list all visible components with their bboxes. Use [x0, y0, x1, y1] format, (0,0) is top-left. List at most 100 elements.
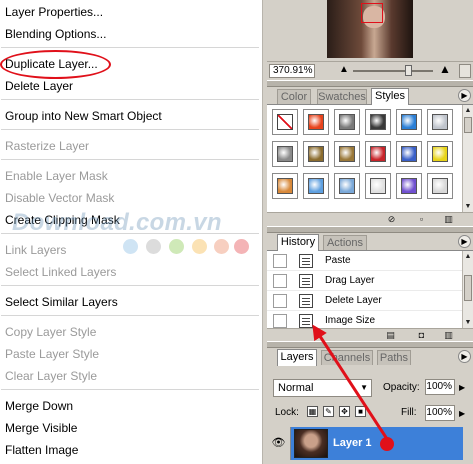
style-swatch[interactable]: [427, 173, 453, 199]
tab-paths[interactable]: Paths: [377, 350, 411, 365]
style-swatch[interactable]: [396, 173, 422, 199]
clear-style-icon[interactable]: ⊘: [386, 214, 397, 224]
style-swatch[interactable]: [334, 173, 360, 199]
scroll-down-icon[interactable]: ▼: [463, 201, 473, 212]
zoom-field[interactable]: 370.91%: [269, 64, 315, 78]
style-swatch[interactable]: [303, 173, 329, 199]
palette-menu-icon[interactable]: ▶: [458, 235, 471, 248]
blend-mode-select[interactable]: Normal ▼: [273, 379, 372, 397]
menu-item-paste-layer-style[interactable]: Paste Layer Style: [5, 345, 99, 363]
menu-item-layer-properties[interactable]: Layer Properties...: [5, 3, 103, 21]
menu-item-group-into-smart-object[interactable]: Group into New Smart Object: [5, 107, 162, 125]
lock-all-icon[interactable]: ■: [355, 406, 366, 417]
scroll-thumb[interactable]: [464, 275, 472, 301]
tab-color[interactable]: Color: [277, 89, 311, 104]
menu-item-select-similar-layers[interactable]: Select Similar Layers: [5, 293, 118, 311]
menu-separator: [1, 99, 259, 100]
style-swatch[interactable]: [272, 141, 298, 167]
style-swatch[interactable]: [396, 109, 422, 135]
opacity-field[interactable]: 100%: [425, 379, 455, 395]
menu-item-select-linked-layers[interactable]: Select Linked Layers: [5, 263, 116, 281]
tab-history[interactable]: History: [277, 234, 319, 251]
opacity-arrow-icon[interactable]: ▶: [459, 383, 465, 392]
style-swatch[interactable]: [272, 173, 298, 199]
menu-item-clear-layer-style[interactable]: Clear Layer Style: [5, 367, 97, 385]
camera-icon[interactable]: ◘: [416, 330, 427, 340]
tab-actions[interactable]: Actions: [323, 235, 367, 250]
layer-name[interactable]: Layer 1: [333, 427, 372, 460]
scroll-up-icon[interactable]: ▲: [463, 251, 473, 262]
history-item-label: Image Size: [325, 315, 376, 326]
menu-item-blending-options[interactable]: Blending Options...: [5, 25, 106, 43]
menu-item-merge-down[interactable]: Merge Down: [5, 397, 73, 415]
tab-swatches[interactable]: Swatches: [317, 89, 367, 104]
palette-grip[interactable]: [267, 81, 473, 87]
eye-icon[interactable]: 👁: [267, 427, 291, 460]
style-swatch-preview: [401, 114, 417, 130]
trash-icon[interactable]: ▥: [443, 330, 454, 340]
menu-item-delete-layer[interactable]: Delete Layer: [5, 77, 73, 95]
style-swatch[interactable]: [396, 141, 422, 167]
layer-thumbnail[interactable]: [294, 429, 328, 458]
navigator-view-box[interactable]: [361, 3, 383, 23]
lock-paint-icon[interactable]: ✎: [323, 406, 334, 417]
menu-item-rasterize-layer[interactable]: Rasterize Layer: [5, 137, 89, 155]
fill-field[interactable]: 100%: [425, 405, 455, 421]
history-snapshot-box[interactable]: [273, 274, 287, 288]
history-item[interactable]: Drag Layer: [267, 271, 462, 291]
history-item[interactable]: Delete Layer: [267, 291, 462, 311]
style-swatch[interactable]: [427, 109, 453, 135]
style-swatch[interactable]: [272, 109, 298, 135]
palette-grip[interactable]: [267, 342, 473, 348]
history-palette: History Actions ▶ Paste Drag Layer Delet…: [267, 226, 473, 341]
style-swatch-preview: [308, 178, 324, 194]
menu-item-merge-visible[interactable]: Merge Visible: [5, 419, 77, 437]
tab-layers[interactable]: Layers: [277, 349, 317, 366]
history-snapshot-box[interactable]: [273, 294, 287, 308]
layer-row[interactable]: 👁 Layer 1: [267, 427, 463, 460]
style-swatch[interactable]: [334, 141, 360, 167]
trash-icon[interactable]: ▥: [443, 214, 454, 224]
navigator-thumbnail[interactable]: [327, 0, 413, 58]
zoom-slider-track[interactable]: [353, 70, 433, 72]
styles-scrollbar[interactable]: ▲ ▼: [462, 105, 473, 213]
new-style-icon[interactable]: ▫: [416, 214, 427, 224]
style-swatch[interactable]: [365, 109, 391, 135]
menu-item-enable-layer-mask[interactable]: Enable Layer Mask: [5, 167, 108, 185]
tab-channels[interactable]: Channels: [321, 350, 373, 365]
watermark-dot: [123, 239, 138, 254]
fill-arrow-icon[interactable]: ▶: [459, 409, 465, 418]
style-swatch[interactable]: [303, 141, 329, 167]
menu-item-flatten-image[interactable]: Flatten Image: [5, 441, 78, 459]
menu-item-disable-vector-mask[interactable]: Disable Vector Mask: [5, 189, 114, 207]
lock-transparent-icon[interactable]: ▦: [307, 406, 318, 417]
history-scrollbar[interactable]: ▲ ▼: [462, 251, 473, 329]
history-snapshot-box[interactable]: [273, 254, 287, 268]
menu-separator: [1, 47, 259, 48]
menu-item-link-layers[interactable]: Link Layers: [5, 241, 66, 259]
scroll-button[interactable]: [459, 64, 471, 78]
watermark: Download.com.vn: [4, 206, 254, 238]
zoom-slider-thumb[interactable]: [405, 65, 412, 76]
style-swatch[interactable]: [303, 109, 329, 135]
style-swatch[interactable]: [427, 141, 453, 167]
lock-move-icon[interactable]: ✥: [339, 406, 350, 417]
style-swatch[interactable]: [365, 141, 391, 167]
scroll-thumb[interactable]: [464, 117, 472, 133]
scroll-up-icon[interactable]: ▲: [463, 105, 473, 116]
zoom-out-icon[interactable]: ▲: [339, 64, 349, 76]
tab-styles[interactable]: Styles: [371, 88, 409, 105]
history-snapshot-box[interactable]: [273, 314, 287, 328]
palette-menu-icon[interactable]: ▶: [458, 89, 471, 102]
style-swatch-preview: [339, 114, 355, 130]
new-document-icon[interactable]: ▤: [385, 330, 396, 340]
palette-menu-icon[interactable]: ▶: [458, 350, 471, 363]
menu-item-copy-layer-style[interactable]: Copy Layer Style: [5, 323, 96, 341]
history-item[interactable]: Paste: [267, 251, 462, 271]
style-swatch[interactable]: [334, 109, 360, 135]
palette-grip[interactable]: [267, 227, 473, 233]
style-swatch-preview: [277, 114, 293, 130]
zoom-in-icon[interactable]: ▲: [439, 63, 451, 76]
scroll-down-icon[interactable]: ▼: [463, 317, 473, 328]
style-swatch[interactable]: [365, 173, 391, 199]
